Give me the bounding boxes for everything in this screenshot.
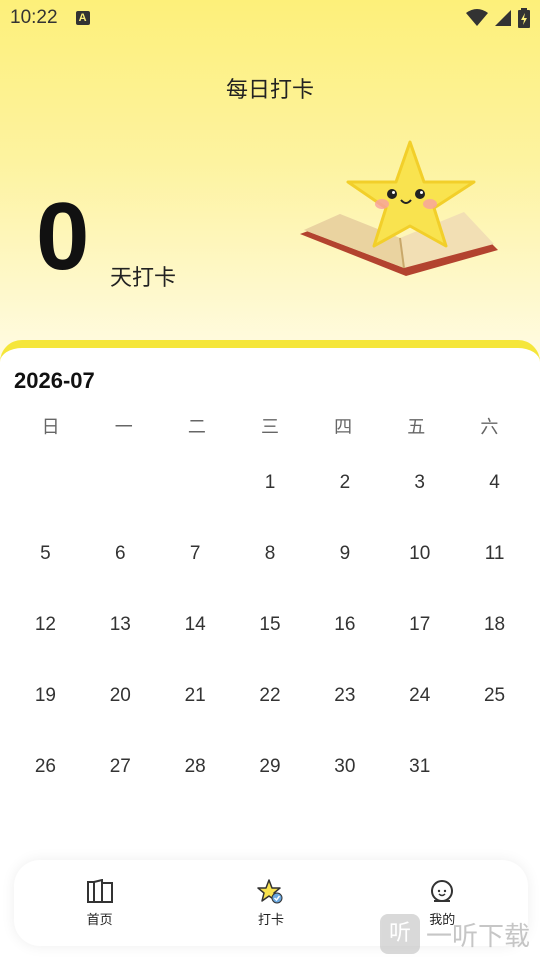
weekday-thu: 四 <box>334 417 353 438</box>
weekday-wed: 三 <box>260 417 279 438</box>
calendar-day[interactable]: 18 <box>457 590 532 661</box>
calendar-day[interactable]: 17 <box>382 590 457 661</box>
calendar-day[interactable]: 20 <box>83 661 158 732</box>
calendar-day[interactable]: 13 <box>83 590 158 661</box>
star-on-book-illustration <box>300 140 498 276</box>
weekday-mon: 一 <box>114 417 133 438</box>
profile-face-icon <box>431 879 454 902</box>
tab-home-label: 首页 <box>86 912 113 928</box>
weekday-sat: 六 <box>480 417 499 438</box>
calendar-day[interactable]: 3 <box>382 448 457 519</box>
weekday-sun: 日 <box>41 417 60 438</box>
weekday-tue: 二 <box>187 417 206 438</box>
calendar-day[interactable]: 22 <box>233 661 308 732</box>
battery-icon <box>518 8 530 28</box>
calendar-day[interactable]: 2 <box>307 448 382 519</box>
calendar-day[interactable]: 10 <box>382 519 457 590</box>
signal-icon <box>495 10 511 26</box>
calendar-days-grid: 1 2 3 4 5 6 7 8 9 10 11 12 13 14 15 16 17 18 19 20 21 22 23 24 2… <box>8 448 532 803</box>
calendar-day[interactable]: 5 <box>8 519 83 590</box>
streak-unit-label: 天打卡 <box>110 266 177 291</box>
calendar-day[interactable]: 30 <box>307 732 382 803</box>
tab-checkin[interactable]: 打卡 <box>216 878 326 928</box>
calendar-day-empty <box>83 448 158 519</box>
calendar-day-empty <box>158 448 233 519</box>
calendar-day[interactable]: 15 <box>233 590 308 661</box>
wifi-icon <box>466 9 488 26</box>
calendar-day[interactable]: 16 <box>307 590 382 661</box>
calendar-day[interactable]: 24 <box>382 661 457 732</box>
weekday-header: 日 一 二 三 四 五 六 <box>14 414 526 442</box>
calendar-day[interactable]: 1 <box>233 448 308 519</box>
tab-checkin-label: 打卡 <box>257 912 284 928</box>
calendar-day[interactable]: 23 <box>307 661 382 732</box>
watermark-glyph: 听 <box>380 914 420 954</box>
calendar-day[interactable]: 9 <box>307 519 382 590</box>
book-icon <box>86 878 113 903</box>
calendar-day[interactable]: 27 <box>83 732 158 803</box>
calendar-day[interactable]: 7 <box>158 519 233 590</box>
calendar-day[interactable]: 31 <box>382 732 457 803</box>
watermark-logo: 听 一听下载 <box>380 914 530 954</box>
calendar-day[interactable]: 26 <box>8 732 83 803</box>
calendar-day[interactable]: 14 <box>158 590 233 661</box>
calendar-day[interactable]: 25 <box>457 661 532 732</box>
calendar-month: 2026-07 <box>14 368 95 393</box>
calendar-day[interactable]: 4 <box>457 448 532 519</box>
calendar-day[interactable]: 19 <box>8 661 83 732</box>
calendar-day[interactable]: 11 <box>457 519 532 590</box>
calendar-day[interactable]: 6 <box>83 519 158 590</box>
watermark-text: 一听下载 <box>426 921 531 952</box>
calendar-day[interactable]: 29 <box>233 732 308 803</box>
tab-home[interactable]: 首页 <box>45 878 155 928</box>
streak-count: 0 <box>36 183 90 290</box>
weekday-fri: 五 <box>407 417 426 438</box>
calendar-day-empty <box>8 448 83 519</box>
calendar-day[interactable]: 21 <box>158 661 233 732</box>
status-time: 10:22 <box>10 7 58 28</box>
status-bar: 10:22 A <box>0 0 540 36</box>
notification-a-icon: A <box>75 11 90 25</box>
star-checkin-icon <box>257 878 283 903</box>
calendar-day[interactable]: 8 <box>233 519 308 590</box>
page-title: 每日打卡 <box>225 78 314 103</box>
calendar-day[interactable]: 28 <box>158 732 233 803</box>
calendar-day[interactable]: 12 <box>8 590 83 661</box>
